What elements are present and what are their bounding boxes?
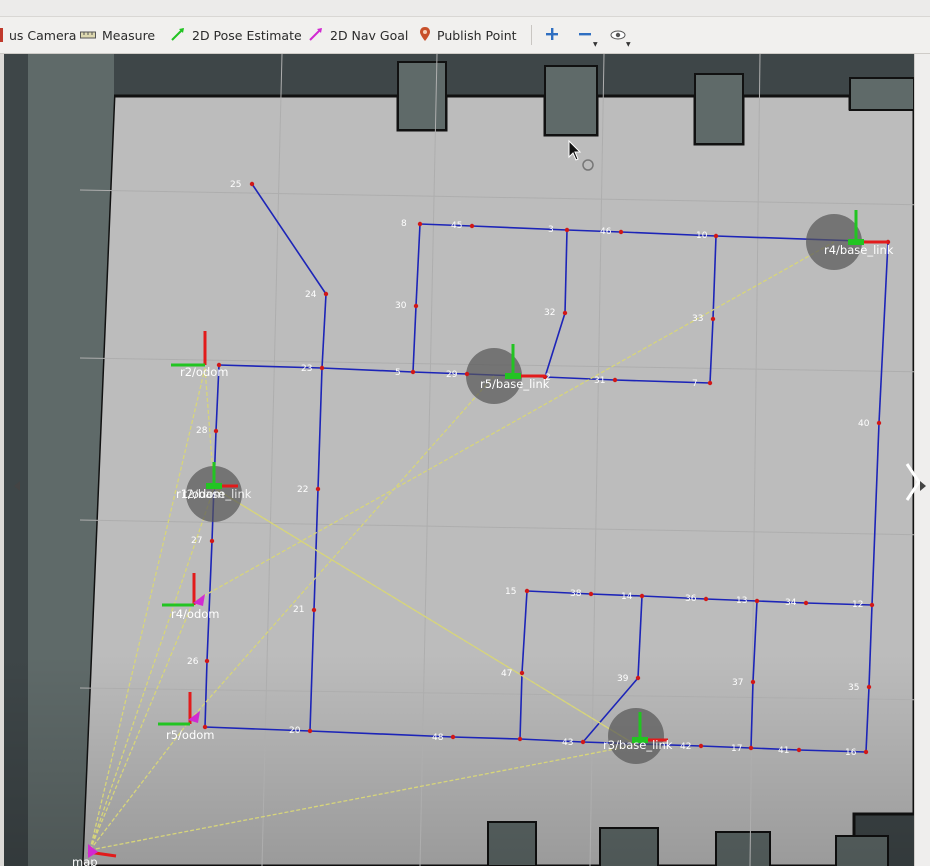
magenta-arrow-icon	[308, 26, 324, 45]
waypoint-label: 21	[293, 605, 304, 615]
waypoint-label: 30	[395, 301, 407, 311]
toolbar-separator	[531, 25, 532, 45]
green-arrow-icon	[170, 26, 186, 45]
title-strip	[0, 0, 930, 17]
waypoint-label: 45	[451, 221, 462, 231]
publish-point-tool[interactable]: Publish Point	[419, 17, 517, 53]
add-tool-button[interactable]	[541, 25, 563, 45]
waypoint-label: 46	[600, 227, 612, 237]
tool-label: 2D Nav Goal	[330, 27, 409, 43]
waypoint-label: 41	[778, 746, 789, 756]
map-room	[397, 61, 447, 131]
tool-label: 2D Pose Estimate	[192, 27, 302, 43]
tool-label: Publish Point	[437, 27, 517, 43]
frame-label: r2/base_link	[182, 487, 252, 501]
waypoint-label: 43	[562, 738, 573, 748]
map-room	[849, 77, 914, 111]
waypoint-label: 12	[852, 600, 863, 610]
right-panel-edge	[905, 54, 930, 866]
waypoint-label: 23	[301, 364, 312, 374]
plus-icon	[545, 26, 559, 45]
collapse-right-panel-icon[interactable]	[920, 481, 926, 491]
waypoint-label: 34	[785, 598, 797, 608]
map-room	[694, 73, 744, 145]
frame-label: r4/base_link	[824, 243, 894, 257]
frame-label: r5/odom	[166, 728, 215, 742]
waypoint-label: 3	[548, 225, 554, 235]
3d-render-viewport[interactable]: 25 8 45 3 46 10 24 30 32 33 23 5 29 2 31 7 28 22 40 27 21 15 3…	[4, 54, 914, 866]
map-room	[544, 65, 598, 136]
waypoint-label: 48	[432, 733, 444, 743]
waypoint-label: 27	[191, 536, 202, 546]
waypoint-label: 22	[297, 485, 308, 495]
frame-label: map	[72, 855, 98, 866]
waypoint-label: 20	[289, 726, 301, 736]
waypoint-label: 8	[401, 219, 407, 229]
waypoint-label: 14	[621, 592, 633, 602]
2d-nav-goal-tool[interactable]: 2D Nav Goal	[308, 17, 408, 53]
minus-icon	[578, 26, 592, 45]
waypoint-label: 10	[696, 231, 708, 241]
chevron-down-icon[interactable]: ▼	[626, 41, 631, 48]
chevron-right-icon[interactable]	[905, 462, 921, 502]
rviz-toolbar: us Camera Measure 2D Pose Estimate 2D Na…	[0, 17, 930, 54]
map-pin-icon	[419, 26, 431, 45]
frame-label: r3/base_link	[603, 738, 673, 752]
ruler-icon	[80, 28, 96, 43]
waypoint-label: 28	[196, 426, 208, 436]
frame-label: r5/base_link	[480, 377, 550, 391]
move-camera-tool[interactable]: us Camera	[0, 17, 76, 53]
frame-label: r2/odom	[180, 365, 229, 379]
waypoint-label: 36	[685, 594, 697, 604]
frame-label: r4/odom	[171, 607, 220, 621]
chevron-down-icon[interactable]: ▼	[593, 41, 598, 48]
waypoint-label: 5	[395, 368, 401, 378]
waypoint-label: 37	[732, 678, 743, 688]
waypoint-label: 26	[187, 657, 199, 667]
waypoint-label: 38	[570, 589, 582, 599]
collapse-left-panel-icon[interactable]	[14, 481, 20, 491]
waypoint-label: 35	[848, 683, 859, 693]
eye-icon	[610, 26, 626, 45]
waypoint-label: 15	[505, 587, 516, 597]
2d-pose-estimate-tool[interactable]: 2D Pose Estimate	[170, 17, 302, 53]
waypoint-label: 24	[305, 290, 317, 300]
waypoint-label: 16	[845, 748, 857, 758]
waypoint-label: 25	[230, 180, 241, 190]
waypoint-label: 32	[544, 308, 555, 318]
measure-tool[interactable]: Measure	[80, 17, 155, 53]
tool-label: Measure	[102, 27, 156, 43]
waypoint-label: 33	[692, 314, 703, 324]
waypoint-label: 13	[736, 596, 747, 606]
waypoint-label: 47	[501, 669, 512, 679]
waypoint-label: 31	[594, 376, 605, 386]
waypoint-label: 29	[446, 370, 458, 380]
waypoint-label: 7	[692, 379, 698, 389]
waypoint-label: 42	[680, 742, 691, 752]
waypoint-label: 17	[731, 744, 742, 754]
tool-label: us Camera	[9, 27, 77, 43]
waypoint-label: 40	[858, 419, 870, 429]
camera-icon	[0, 28, 3, 42]
viewport-shading	[4, 654, 914, 866]
map-scene[interactable]: 258 45 3 46 102430323323 5 29 2 31 7282240272115 3…	[4, 54, 914, 866]
waypoint-label: 39	[617, 674, 629, 684]
